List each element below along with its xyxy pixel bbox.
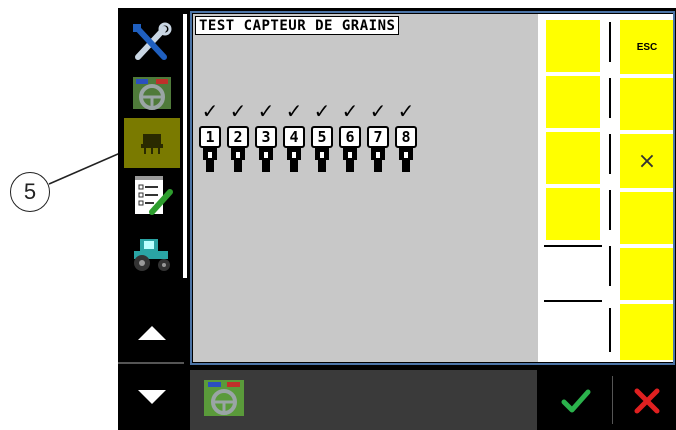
main-frame xyxy=(190,11,675,365)
sidebar-item-settings[interactable] xyxy=(124,18,180,68)
sensor-2[interactable]: ✓ 2 xyxy=(225,100,251,180)
sensor-8[interactable]: ✓ 8 xyxy=(393,100,419,180)
sensor-number: 5 xyxy=(311,126,333,148)
sensor-number: 1 xyxy=(199,126,221,148)
confirm-divider xyxy=(612,376,613,424)
scroll-down-button[interactable] xyxy=(124,372,180,422)
sensor-ok-check: ✓ xyxy=(229,99,247,123)
triangle-up-icon xyxy=(138,326,166,340)
sensor-ok-check: ✓ xyxy=(285,99,303,123)
sidebar-item-steering[interactable] xyxy=(124,68,180,118)
sensor-number: 8 xyxy=(395,126,417,148)
checkmark-icon xyxy=(561,389,591,413)
sensor-7[interactable]: ✓ 7 xyxy=(365,100,391,180)
bottom-bar xyxy=(190,370,537,430)
sensor-number: 6 xyxy=(339,126,361,148)
sensor-ok-check: ✓ xyxy=(341,99,359,123)
sensor-tip-icon xyxy=(234,160,242,172)
steering-wheel-icon xyxy=(133,77,171,110)
sensor-1[interactable]: ✓ 1 xyxy=(197,100,223,180)
settings-tools-icon xyxy=(133,22,172,60)
sensor-tip-icon xyxy=(262,160,270,172)
sensor-ok-check: ✓ xyxy=(257,99,275,123)
sensor-tip-icon xyxy=(402,160,410,172)
sensor-number: 7 xyxy=(367,126,389,148)
cancel-button[interactable] xyxy=(630,384,664,418)
bottom-steering-button[interactable] xyxy=(202,378,246,418)
red-x-icon xyxy=(634,388,660,414)
checklist-icon xyxy=(135,176,173,215)
sidebar-scrollbar[interactable] xyxy=(183,14,187,278)
sidebar-item-tractor[interactable] xyxy=(124,228,180,278)
sensor-tip-icon xyxy=(318,160,326,172)
sidebar-divider xyxy=(118,362,184,364)
sensor-5[interactable]: ✓ 5 xyxy=(309,100,335,180)
sensor-number: 4 xyxy=(283,126,305,148)
sensor-row: ✓ 1 ✓ 2 ✓ 3 ✓ 4 ✓ 5 ✓ 6 ✓ 7 ✓ 8 xyxy=(197,100,427,180)
sidebar-item-checklist[interactable] xyxy=(124,170,180,220)
triangle-down-icon xyxy=(138,390,166,404)
sensor-ok-check: ✓ xyxy=(313,99,331,123)
sensor-3[interactable]: ✓ 3 xyxy=(253,100,279,180)
tractor-icon xyxy=(134,239,170,271)
sensor-6[interactable]: ✓ 6 xyxy=(337,100,363,180)
sidebar-item-seed-drill[interactable] xyxy=(124,118,180,168)
sensor-tip-icon xyxy=(374,160,382,172)
sensor-number: 3 xyxy=(255,126,277,148)
confirm-area xyxy=(538,370,676,430)
ok-button[interactable] xyxy=(558,384,594,418)
sensor-tip-icon xyxy=(346,160,354,172)
page-title: TEST CAPTEUR DE GRAINS xyxy=(195,16,400,35)
seed-drill-icon xyxy=(141,134,163,154)
sensor-tip-icon xyxy=(290,160,298,172)
callout-label: 5 xyxy=(23,179,37,204)
sensor-ok-check: ✓ xyxy=(201,99,219,123)
sensor-ok-check: ✓ xyxy=(369,99,387,123)
scroll-up-button[interactable] xyxy=(124,308,180,358)
sensor-number: 2 xyxy=(227,126,249,148)
sensor-tip-icon xyxy=(206,160,214,172)
sensor-4[interactable]: ✓ 4 xyxy=(281,100,307,180)
steering-wheel-icon xyxy=(204,380,244,416)
sensor-ok-check: ✓ xyxy=(397,99,415,123)
